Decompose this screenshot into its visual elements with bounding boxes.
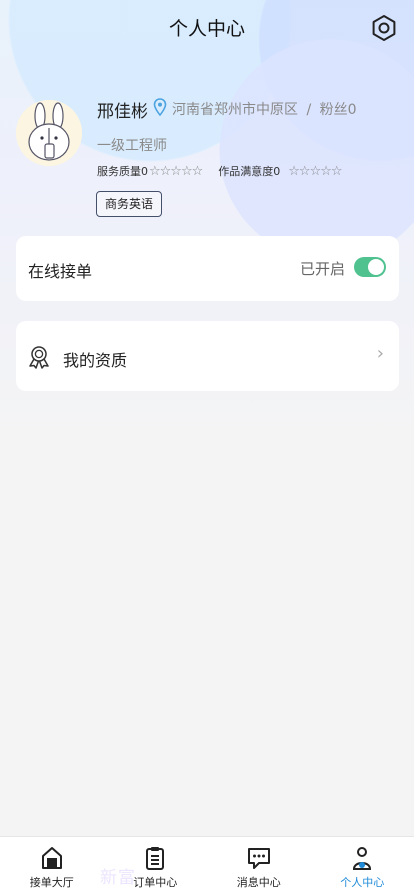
award-badge-icon xyxy=(29,346,49,369)
satisfaction-label: 作品满意度0 xyxy=(218,165,281,178)
rating-row: 服务质量0 ☆☆☆☆☆ 作品满意度0 ☆☆☆☆☆ xyxy=(97,163,343,179)
settings-hexagon-icon xyxy=(372,15,396,41)
tab-label: 接单大厅 xyxy=(29,876,74,889)
engineer-grade: 一级工程师 xyxy=(97,138,167,154)
tab-profile-center[interactable]: 个人中心 xyxy=(311,837,414,896)
tab-order-hall[interactable]: 接单大厅 xyxy=(0,837,104,896)
avatar[interactable] xyxy=(16,100,82,166)
online-order-toggle[interactable] xyxy=(354,257,386,277)
service-quality-stars: ☆☆☆☆☆ xyxy=(149,163,203,179)
page-title: 个人中心 xyxy=(168,18,245,40)
skill-tag: 商务英语 xyxy=(96,191,163,217)
online-order-label: 在线接单 xyxy=(28,262,93,281)
user-name: 邢佳彬 xyxy=(97,102,148,122)
home-icon xyxy=(41,847,62,869)
service-quality-label: 服务质量0 xyxy=(97,165,148,178)
clipboard-icon xyxy=(146,847,165,870)
tab-label: 个人中心 xyxy=(340,876,385,889)
tab-order-center[interactable]: 订单中心 xyxy=(104,837,208,896)
online-status-text: 已开启 xyxy=(299,260,345,278)
profile-section: 邢佳彬 河南省郑州市中原区 / 粉丝0 一级工程师 服务质量0 ☆☆☆☆☆ 作品… xyxy=(0,90,414,230)
top-bar: 个人中心 xyxy=(0,0,414,56)
message-icon xyxy=(247,848,270,869)
avatar-illustration xyxy=(16,100,82,166)
settings-button[interactable] xyxy=(370,14,398,42)
location-pin-icon xyxy=(153,98,167,116)
my-qualification-item[interactable]: 我的资质 › xyxy=(16,321,399,391)
tab-label: 消息中心 xyxy=(236,876,281,889)
tab-message-center[interactable]: 消息中心 xyxy=(207,837,311,896)
satisfaction-stars: ☆☆☆☆☆ xyxy=(288,163,342,179)
fans-count: 粉丝0 xyxy=(319,102,357,118)
location-info: 河南省郑州市中原区 / 粉丝0 xyxy=(172,99,357,119)
toggle-knob xyxy=(368,259,384,275)
location-text: 河南省郑州市中原区 xyxy=(172,102,298,118)
location-separator: / xyxy=(306,102,312,118)
chevron-right-icon: › xyxy=(376,343,384,364)
online-order-card: 在线接单 已开启 xyxy=(16,236,399,301)
tab-label: 订单中心 xyxy=(133,876,178,889)
qualification-label: 我的资质 xyxy=(63,351,128,370)
user-icon xyxy=(353,847,372,870)
bottom-tab-bar: 接单大厅 订单中心 消息中心 个人中心 xyxy=(0,836,414,896)
